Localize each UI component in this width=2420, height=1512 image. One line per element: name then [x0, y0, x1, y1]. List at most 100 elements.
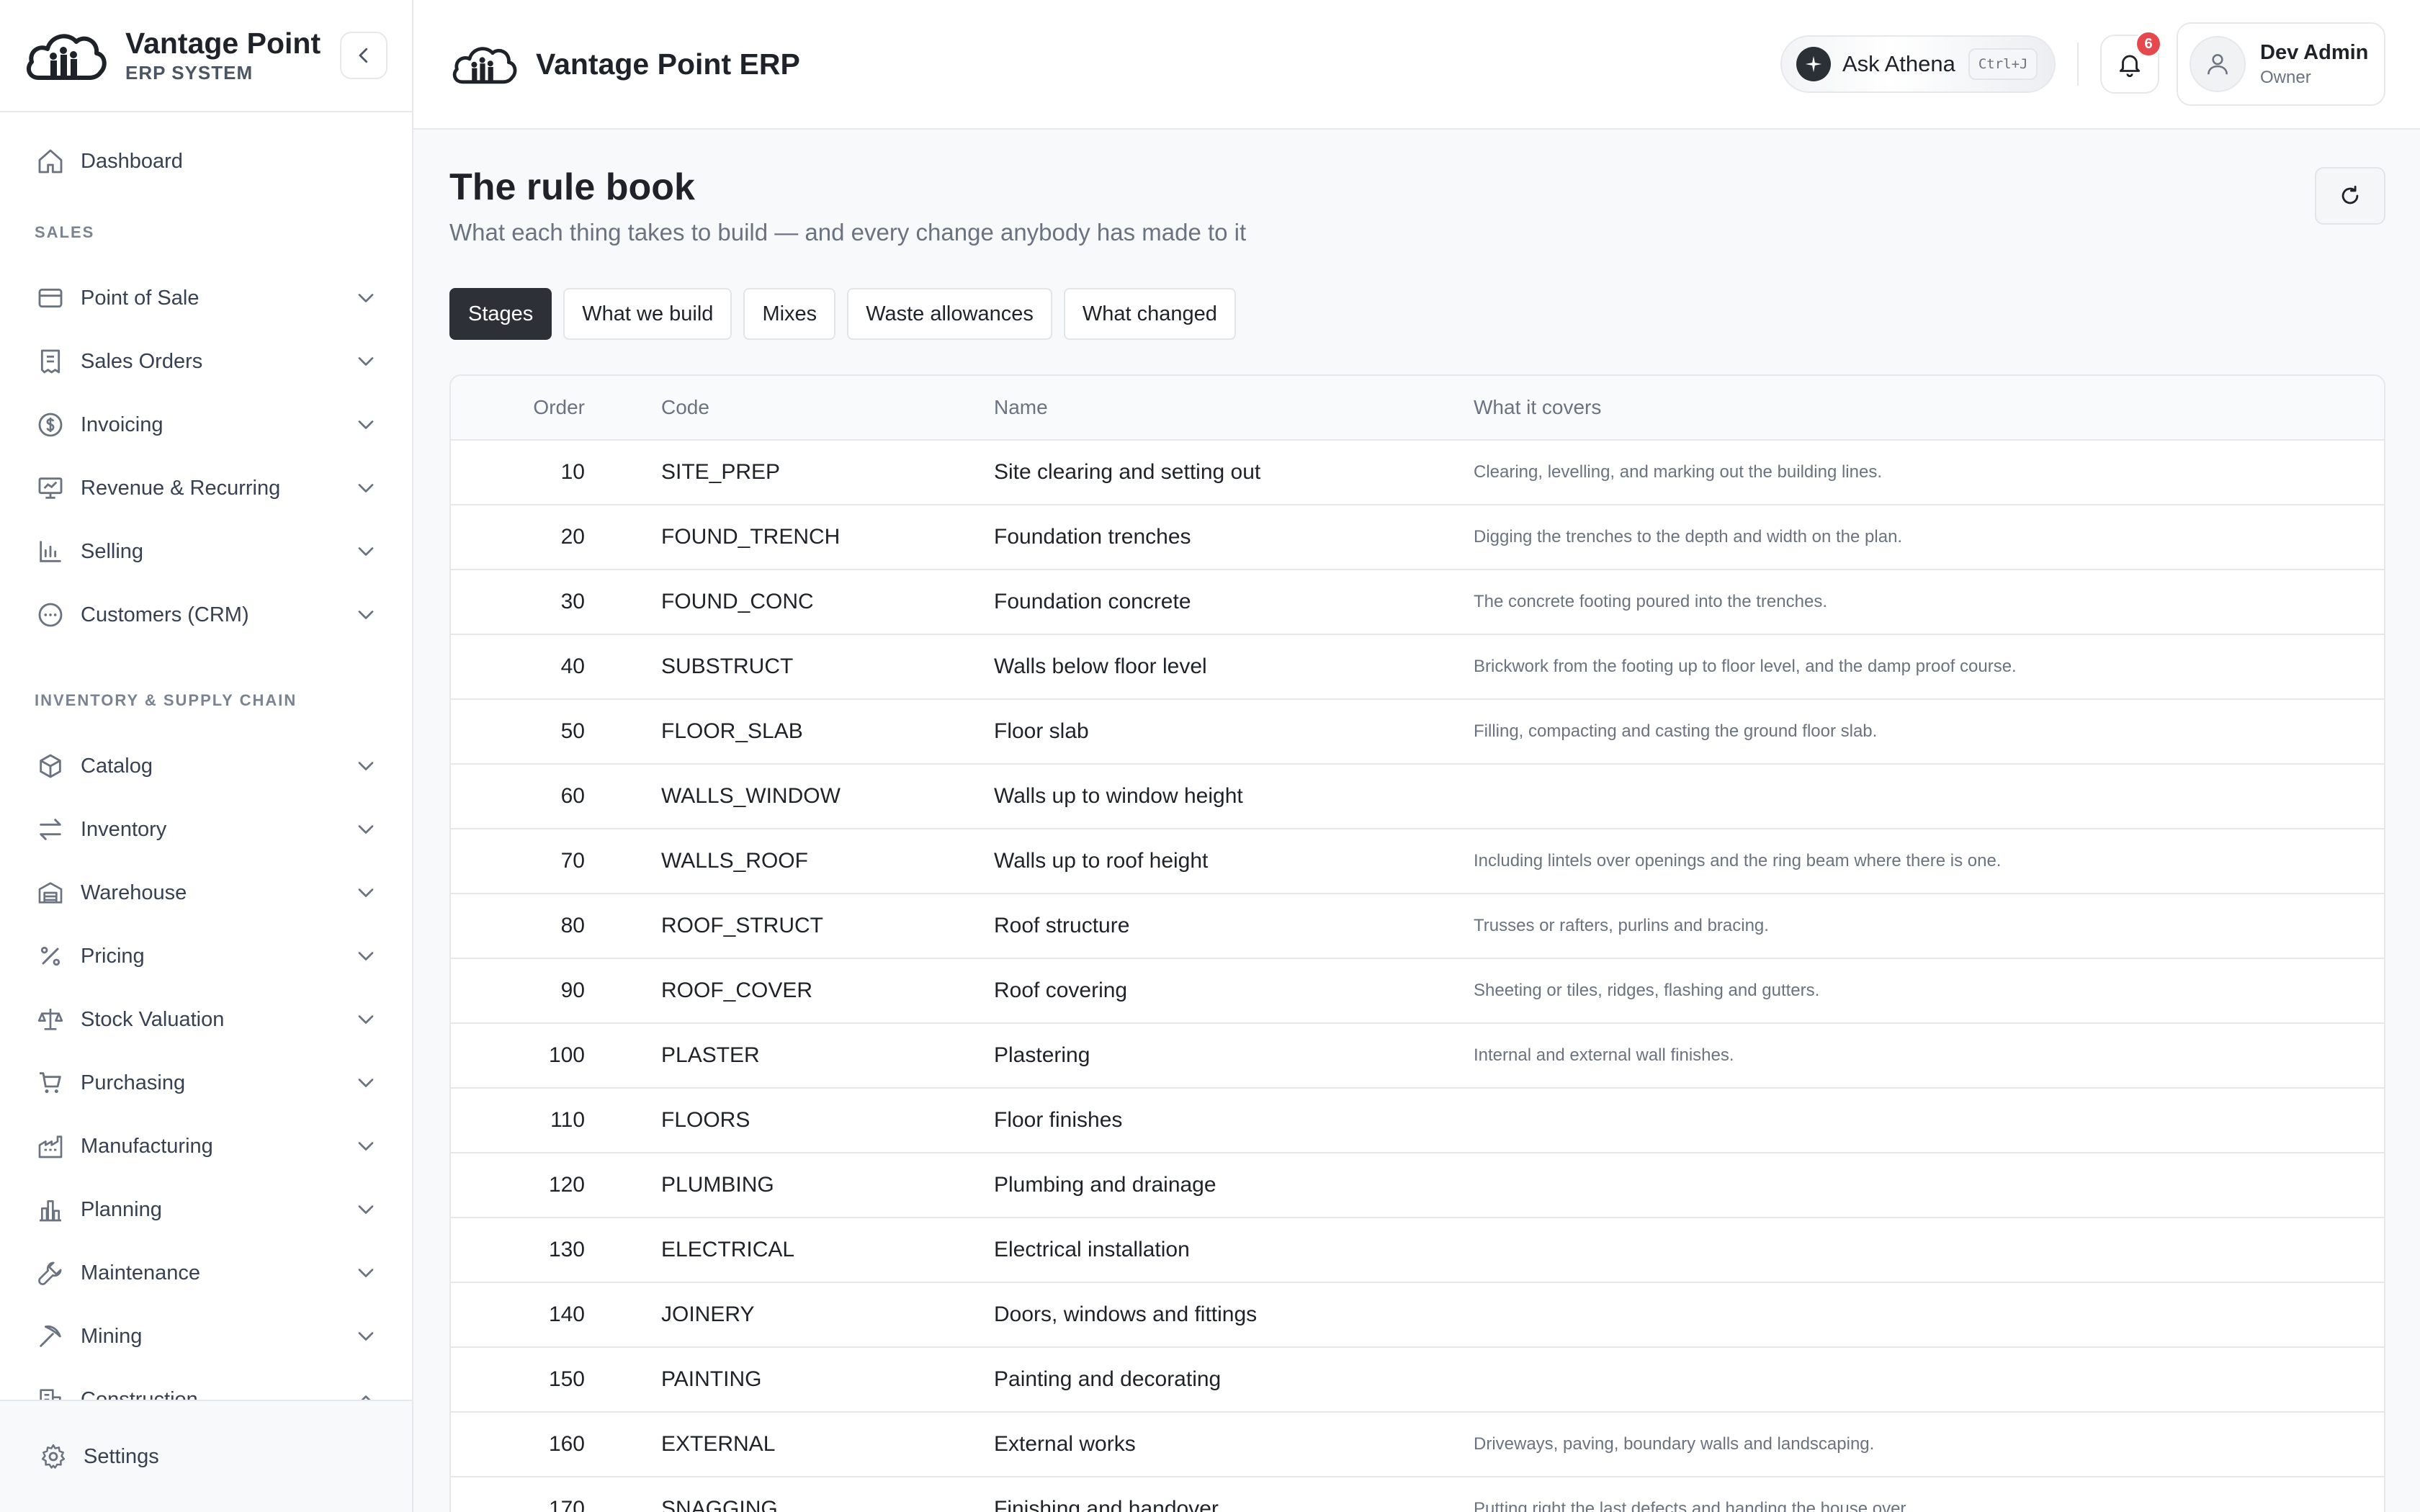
chevron-down-icon [358, 1142, 374, 1151]
chevron-down-icon [358, 547, 374, 556]
sidebar-item-label: Stock Valuation [81, 1007, 225, 1031]
ask-athena-button[interactable]: Ask Athena Ctrl+J [1780, 35, 2056, 93]
gear-icon [41, 1444, 66, 1469]
cell-name: Foundation trenches [994, 525, 1191, 549]
chevron-down-icon [358, 1079, 374, 1087]
header-divider [2077, 42, 2079, 86]
table-row[interactable]: 120 PLUMBING Plumbing and drainage [451, 1153, 2384, 1218]
cell-code: ELECTRICAL [661, 1238, 795, 1261]
table-row[interactable]: 90 ROOF_COVER Roof covering Sheeting or til… [451, 959, 2384, 1024]
cell-code: JOINERY [661, 1302, 755, 1326]
sidebar-item-settings[interactable]: Settings [0, 1400, 412, 1512]
table-row[interactable]: 110 FLOORS Floor finishes [451, 1089, 2384, 1153]
table-row[interactable]: 140 JOINERY Doors, windows and fittings [451, 1283, 2384, 1348]
sidebar-item-sales-orders[interactable]: Sales Orders [0, 330, 412, 393]
sidebar-item-label: Mining [81, 1324, 143, 1348]
credit-card-icon [35, 282, 66, 314]
chevron-down-icon [358, 825, 374, 834]
cell-code: WALLS_ROOF [661, 849, 808, 873]
chevron-down-icon [358, 484, 374, 492]
cell-order: 170 [548, 1497, 585, 1512]
column-header-order[interactable]: Order [451, 396, 585, 419]
dollar-circle-icon [35, 409, 66, 441]
sidebar-item-warehouse[interactable]: Warehouse [0, 861, 412, 924]
sidebar-item-stock-valuation[interactable]: Stock Valuation [0, 988, 412, 1051]
cell-order: 120 [548, 1173, 585, 1197]
cell-code: SNAGGING [661, 1497, 778, 1512]
tab-what-changed[interactable]: What changed [1063, 288, 1236, 340]
chevron-down-icon [358, 1205, 374, 1214]
sidebar-item-mining[interactable]: Mining [0, 1305, 412, 1368]
table-row[interactable]: 160 EXTERNAL External works Driveways, pavi… [451, 1413, 2384, 1477]
table-row[interactable]: 60 WALLS_WINDOW Walls up to window height [451, 765, 2384, 829]
column-header-covers[interactable]: What it covers [1474, 396, 2384, 419]
cell-code: FLOOR_SLAB [661, 719, 803, 743]
cell-name: Painting and decorating [994, 1367, 1222, 1391]
sidebar-item-label: Warehouse [81, 881, 187, 904]
cell-order: 40 [560, 654, 585, 678]
cell-order: 10 [560, 460, 585, 484]
avatar [2190, 36, 2246, 92]
table-row[interactable]: 10 SITE_PREP Site clearing and setting out… [451, 441, 2384, 505]
table-row[interactable]: 20 FOUND_TRENCH Foundation trenches Digging… [451, 505, 2384, 570]
user-menu[interactable]: Dev Admin Owner [2177, 22, 2385, 106]
cell-code: FOUND_CONC [661, 590, 814, 613]
sparkle-icon [1796, 47, 1831, 81]
cell-name: Roof structure [994, 914, 1130, 937]
sidebar-item-revenue-recurring[interactable]: Revenue & Recurring [0, 456, 412, 520]
sidebar-item-point-of-sale[interactable]: Point of Sale [0, 266, 412, 330]
cell-covers: Brickwork from the footing up to floor l… [1474, 657, 2017, 676]
sidebar-item-label: Catalog [81, 754, 153, 778]
home-icon [35, 145, 66, 177]
sidebar-item-maintenance[interactable]: Maintenance [0, 1241, 412, 1305]
table-row[interactable]: 70 WALLS_ROOF Walls up to roof height Inclu… [451, 829, 2384, 894]
sidebar-item-label: Invoicing [81, 413, 163, 436]
main-content: The rule book What each thing takes to b… [449, 130, 2385, 1512]
cell-order: 130 [548, 1238, 585, 1261]
sidebar-item-label: Purchasing [81, 1071, 186, 1094]
sidebar-item-purchasing[interactable]: Purchasing [0, 1051, 412, 1115]
notifications-button[interactable]: 6 [2100, 30, 2162, 94]
tab-what-we-build[interactable]: What we build [563, 288, 732, 340]
table-row[interactable]: 30 FOUND_CONC Foundation concrete The concr… [451, 570, 2384, 635]
column-header-code[interactable]: Code [661, 396, 994, 419]
app-title: Vantage Point ERP [536, 47, 800, 81]
sidebar-item-manufacturing[interactable]: Manufacturing [0, 1115, 412, 1178]
pickaxe-icon [35, 1320, 66, 1352]
sidebar-item-customers-crm[interactable]: Customers (CRM) [0, 583, 412, 647]
sidebar-item-dashboard[interactable]: Dashboard [0, 130, 412, 193]
sidebar-item-selling[interactable]: Selling [0, 520, 412, 583]
sidebar-item-pricing[interactable]: Pricing [0, 924, 412, 988]
tab-stages[interactable]: Stages [449, 288, 552, 340]
table-body: 10 SITE_PREP Site clearing and setting out… [451, 441, 2384, 1512]
column-header-name[interactable]: Name [994, 396, 1474, 419]
table-row[interactable]: 170 SNAGGING Finishing and handover Putting… [451, 1477, 2384, 1512]
sidebar-item-invoicing[interactable]: Invoicing [0, 393, 412, 456]
table-row[interactable]: 150 PAINTING Painting and decorating [451, 1348, 2384, 1413]
table-row[interactable]: 80 ROOF_STRUCT Roof structure Trusses or ra… [451, 894, 2384, 959]
sidebar-item-planning[interactable]: Planning [0, 1178, 412, 1241]
tab-mixes[interactable]: Mixes [743, 288, 836, 340]
cell-name: Walls up to window height [994, 784, 1243, 808]
brand: Vantage Point ERP SYSTEM [0, 0, 412, 112]
cell-order: 70 [560, 849, 585, 873]
sidebar-item-inventory[interactable]: Inventory [0, 798, 412, 861]
refresh-button[interactable] [2315, 167, 2385, 225]
bar-chart-icon [35, 536, 66, 567]
cell-order: 50 [560, 719, 585, 743]
table-row[interactable]: 40 SUBSTRUCT Walls below floor level Brickw… [451, 635, 2384, 700]
cell-code: PAINTING [661, 1367, 762, 1391]
table-row[interactable]: 50 FLOOR_SLAB Floor slab Filling, compactin… [451, 700, 2384, 765]
presentation-chart-icon [35, 472, 66, 504]
warehouse-icon [35, 877, 66, 909]
table-row[interactable]: 100 PLASTER Plastering Internal and externa… [451, 1024, 2384, 1089]
cell-covers: Including lintels over openings and the … [1474, 851, 2002, 870]
cell-order: 60 [560, 784, 585, 808]
sidebar-item-label: Maintenance [81, 1261, 201, 1284]
tab-waste-allowances[interactable]: Waste allowances [847, 288, 1052, 340]
sidebar-item-catalog[interactable]: Catalog [0, 734, 412, 798]
cell-order: 90 [560, 978, 585, 1002]
nav-section-sales: SALES [35, 223, 95, 241]
collapse-sidebar-button[interactable] [340, 32, 387, 79]
table-row[interactable]: 130 ELECTRICAL Electrical installation [451, 1218, 2384, 1283]
